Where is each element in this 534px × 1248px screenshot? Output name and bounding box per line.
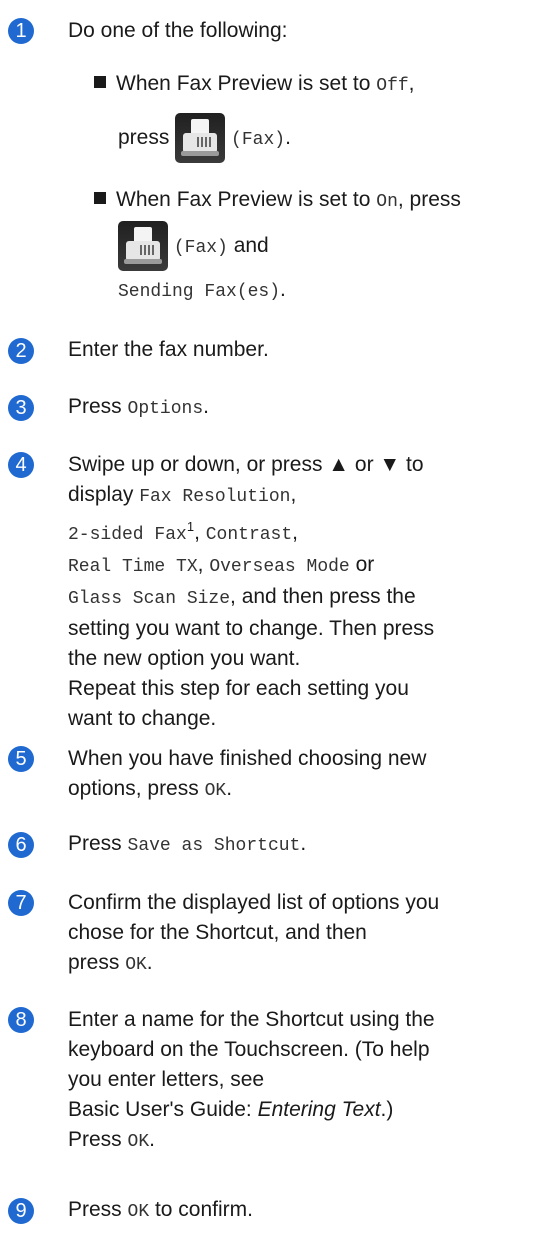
line: When you have finished choosing new <box>68 747 427 770</box>
bullet-item: When Fax Preview is set to Off, <box>94 70 415 100</box>
bullet-text: When Fax Preview is set to <box>116 188 377 211</box>
step-number: 8 <box>8 1007 34 1033</box>
bullet-text: When Fax Preview is set to <box>116 72 377 95</box>
step-text: Swipe up or down, or press ▲ or ▼ to dis… <box>68 450 434 734</box>
ok-code: OK <box>204 781 227 801</box>
punctuation: . <box>285 126 291 149</box>
step-number: 4 <box>8 452 34 478</box>
line: Press OK. <box>68 1125 435 1157</box>
option-code: Glass Scan Size <box>68 589 231 609</box>
text: Basic User's Guide: <box>68 1098 258 1121</box>
bullet-fax-line: (Fax) and <box>118 216 269 278</box>
bullet-marker <box>94 76 106 88</box>
guide-reference: Entering Text <box>257 1098 381 1121</box>
text: , and then press the <box>230 585 416 608</box>
punctuation: . <box>149 1128 155 1151</box>
line: Basic User's Guide: Entering Text.) <box>68 1095 435 1125</box>
text: options, press <box>68 777 205 800</box>
text: Press <box>68 1128 128 1151</box>
line: Confirm the displayed list of options yo… <box>68 891 440 914</box>
punctuation: . <box>146 951 153 974</box>
step-number: 9 <box>8 1198 34 1224</box>
step-number: 7 <box>8 890 34 916</box>
sending-code: Sending Fax(es) <box>118 282 281 302</box>
text: or <box>349 553 375 576</box>
line: Enter a name for the Shortcut using the <box>68 1008 435 1031</box>
step-text: Do one of the following: <box>68 19 288 42</box>
option-code: Fax Resolution <box>139 487 291 507</box>
mode-code: On <box>376 192 398 212</box>
step-number: 3 <box>8 395 34 421</box>
footnote-marker: 1 <box>186 519 195 534</box>
line: the new option you want. <box>68 647 301 670</box>
and-text: and <box>227 234 269 257</box>
text: to confirm. <box>149 1198 253 1221</box>
line: 2-sided Fax1, Contrast, <box>68 512 434 550</box>
shortcut-code: Save as Shortcut <box>127 836 301 856</box>
text: display <box>68 483 140 506</box>
step-number: 6 <box>8 832 34 858</box>
line: press OK. <box>68 948 439 980</box>
line: display Fax Resolution, <box>68 480 434 512</box>
step-text: Enter a name for the Shortcut using the … <box>68 1005 435 1157</box>
punctuation: , <box>290 483 297 506</box>
bullet-press-line: press (Fax). <box>118 108 291 170</box>
option-code: Contrast <box>205 525 293 545</box>
step-number: 2 <box>8 338 34 364</box>
line: Real Time TX, Overseas Mode or <box>68 550 434 582</box>
line: you enter letters, see <box>68 1068 265 1091</box>
press-text: Press <box>68 1198 128 1221</box>
ok-code: OK <box>127 1132 150 1152</box>
step-text: When you have finished choosing new opti… <box>68 744 426 806</box>
punctuation: , <box>197 553 204 576</box>
step-text: Confirm the displayed list of options yo… <box>68 888 439 980</box>
mode-code: Off <box>376 76 409 96</box>
line: want to change. <box>68 707 217 730</box>
fax-label: (Fax) <box>173 238 228 258</box>
press-text: Press <box>68 832 128 855</box>
fax-label: (Fax) <box>231 130 286 150</box>
text: press <box>68 951 126 974</box>
bullet-text: , press <box>397 188 461 211</box>
line: Glass Scan Size, and then press the <box>68 582 434 614</box>
punctuation: , <box>408 72 415 95</box>
line: Swipe up or down, or press ▲ or ▼ to <box>68 453 424 476</box>
line: keyboard on the Touchscreen. (To help <box>68 1038 430 1061</box>
ok-code: OK <box>125 955 147 975</box>
option-code: Real Time TX <box>68 557 198 577</box>
punctuation: .) <box>380 1098 394 1121</box>
fax-icon <box>175 113 226 164</box>
step-text: Enter the fax number. <box>68 338 269 361</box>
bullet-item: When Fax Preview is set to On, press <box>94 186 461 216</box>
fax-icon <box>118 221 168 272</box>
line: setting you want to change. Then press <box>68 617 435 640</box>
step-text: Press OK to confirm. <box>68 1196 253 1226</box>
line: chose for the Shortcut, and then <box>68 921 367 944</box>
press-text: Press <box>68 395 128 418</box>
punctuation: . <box>300 832 307 855</box>
punctuation: , <box>194 521 200 544</box>
ok-code: OK <box>127 1202 150 1222</box>
option-code: 2-sided Fax <box>68 525 187 545</box>
options-code: Options <box>127 399 204 419</box>
sending-line: Sending Fax(es). <box>118 276 286 306</box>
punctuation: . <box>203 395 209 418</box>
step-text: Press Save as Shortcut. <box>68 830 306 860</box>
bullet-marker <box>94 192 106 204</box>
line: options, press OK. <box>68 774 426 806</box>
punctuation: . <box>280 278 286 301</box>
step-text: Press Options. <box>68 393 209 423</box>
step-number: 1 <box>8 18 34 44</box>
step-number: 5 <box>8 746 34 772</box>
option-code: Overseas Mode <box>209 557 350 577</box>
punctuation: , <box>292 521 299 544</box>
punctuation: . <box>226 777 233 800</box>
press-text: press <box>118 126 170 149</box>
line: Repeat this step for each setting you <box>68 677 409 700</box>
